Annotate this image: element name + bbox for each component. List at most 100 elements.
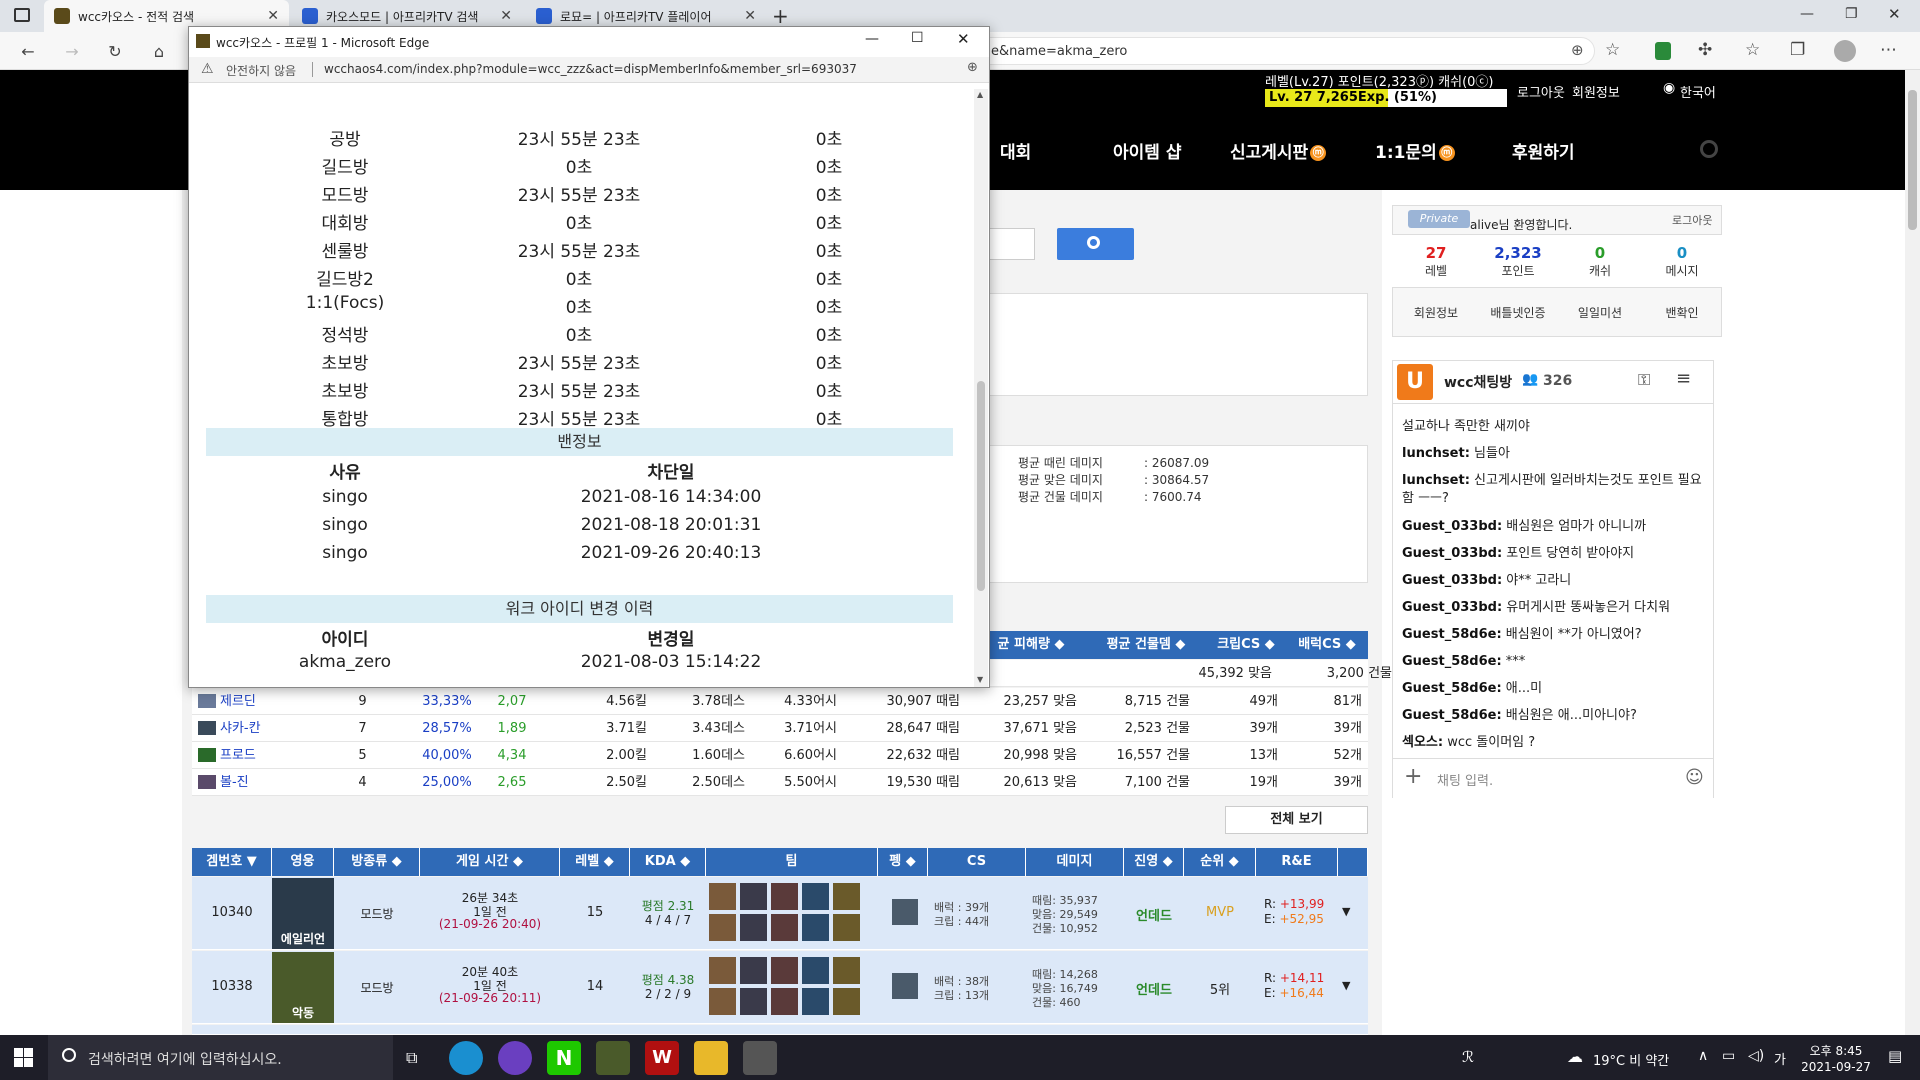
- games-col-header[interactable]: 영웅: [272, 848, 334, 876]
- notification-icon[interactable]: ▤: [1888, 1047, 1902, 1065]
- chat-user[interactable]: Guest_033bd:: [1402, 600, 1502, 615]
- hero-row[interactable]: 제르딘 9 33,33% 2,07 4.56킬 3.78데스 4.33어시 30,907 때림…: [192, 688, 1368, 715]
- expand-icon[interactable]: ▼: [1342, 979, 1350, 992]
- panel-logout[interactable]: 로그아웃: [1672, 212, 1712, 228]
- hero-name[interactable]: 샤카-칸: [220, 715, 261, 742]
- nav-inquiry[interactable]: 1:1문의 ⓜ: [1375, 116, 1455, 190]
- emoji-icon[interactable]: ☺: [1685, 767, 1704, 788]
- games-col-header[interactable]: CS: [928, 848, 1026, 876]
- volume-icon[interactable]: ◁): [1748, 1048, 1764, 1064]
- new-tab-icon[interactable]: +: [772, 4, 789, 28]
- popup-scroll-thumb[interactable]: [977, 381, 985, 591]
- menu-dots-icon[interactable]: ⋯: [1880, 40, 1897, 60]
- col-creep[interactable]: 크립CS ◆: [1207, 631, 1285, 659]
- games-col-header[interactable]: KDA ◆: [630, 848, 706, 876]
- taskbar-search[interactable]: 검색하려면 여기에 입력하십시오.: [48, 1035, 393, 1080]
- nav-item-shop[interactable]: 아이템 샵: [1113, 116, 1181, 190]
- hero-row[interactable]: 볼-진 4 25,00% 2,65 2.50킬 2.50데스 5.50어시 19,530 때림…: [192, 769, 1368, 796]
- zoom-icon[interactable]: ⊕: [1571, 41, 1584, 59]
- chat-user[interactable]: lunchset:: [1402, 446, 1470, 461]
- games-col-header[interactable]: 겜번호 ▼: [192, 848, 272, 876]
- home-icon[interactable]: ⌂: [147, 40, 171, 64]
- file-explorer-icon[interactable]: [694, 1041, 728, 1075]
- close-icon[interactable]: ✕: [267, 8, 279, 24]
- close-window-icon[interactable]: ✕: [1888, 5, 1901, 23]
- people-icon[interactable]: ℛ: [1462, 1048, 1474, 1066]
- hero-name[interactable]: 볼-진: [220, 769, 249, 796]
- nav-donate[interactable]: 후원하기: [1512, 116, 1575, 190]
- clock-time[interactable]: 오후 8:45: [1800, 1042, 1872, 1059]
- hamburger-menu-icon[interactable]: ≡: [1676, 368, 1691, 389]
- search-icon[interactable]: [1700, 140, 1718, 158]
- windows-start-icon[interactable]: [14, 1048, 33, 1067]
- col-barrack[interactable]: 배럭CS ◆: [1287, 631, 1367, 659]
- profile-menu-item[interactable]: 밴확인: [1639, 304, 1725, 321]
- collections-icon[interactable]: ❐: [1790, 40, 1805, 60]
- ime-icon[interactable]: 가: [1774, 1049, 1786, 1068]
- profile-menu-item[interactable]: 회원정보: [1393, 304, 1479, 321]
- logout-link[interactable]: 로그아웃: [1517, 82, 1565, 101]
- popup-scrollbar[interactable]: ▲ ▼: [974, 89, 988, 687]
- maximize-icon[interactable]: ☐: [911, 30, 924, 46]
- tab-actions-icon[interactable]: [14, 8, 30, 22]
- wc3-app-icon[interactable]: [743, 1041, 777, 1075]
- minimize-icon[interactable]: —: [1800, 6, 1814, 22]
- page-scroll-thumb[interactable]: [1908, 90, 1917, 230]
- warcraft-icon[interactable]: [596, 1041, 630, 1075]
- naver-icon[interactable]: N: [547, 1041, 581, 1075]
- task-view-icon[interactable]: ⧉: [406, 1048, 417, 1068]
- edge-icon[interactable]: [449, 1041, 483, 1075]
- chat-user[interactable]: Guest_58d6e:: [1402, 681, 1502, 696]
- games-col-header[interactable]: 게임 시간 ◆: [420, 848, 560, 876]
- games-col-header[interactable]: 팀: [706, 848, 878, 876]
- close-icon[interactable]: ✕: [957, 30, 970, 48]
- games-col-header[interactable]: 펭 ◆: [878, 848, 928, 876]
- popup-scroll-up-icon[interactable]: ▲: [977, 90, 983, 99]
- language-link[interactable]: 한국어: [1680, 82, 1716, 101]
- hero-row[interactable]: 프로드 5 40,00% 4,34 2.00킬 1.60데스 6.60어시 22,632 때림…: [192, 742, 1368, 769]
- view-all-button[interactable]: 전체 보기: [1225, 806, 1368, 834]
- games-col-header[interactable]: R&E: [1256, 848, 1338, 876]
- chat-user[interactable]: Guest_033bd:: [1402, 573, 1502, 588]
- hero-row[interactable]: 샤카-칸 7 28,57% 1,89 3.71킬 3.43데스 3.71어시 28,647 때…: [192, 715, 1368, 742]
- restore-icon[interactable]: ❐: [1845, 6, 1858, 22]
- tray-chevron-icon[interactable]: ∧: [1698, 1048, 1708, 1064]
- hero-name[interactable]: 프로드: [220, 742, 256, 769]
- chat-user[interactable]: Guest_58d6e:: [1402, 708, 1502, 723]
- member-info-link[interactable]: 회원정보: [1572, 82, 1620, 101]
- chat-input[interactable]: 채팅 입력.: [1437, 770, 1493, 789]
- nav-contest[interactable]: 대회: [1000, 116, 1031, 190]
- refresh-icon[interactable]: ↻: [103, 40, 127, 64]
- col-building[interactable]: 평균 건물뎀 ◆: [1087, 631, 1205, 659]
- extension-shield-icon[interactable]: [1655, 42, 1671, 60]
- forward-icon[interactable]: →: [60, 40, 84, 64]
- hero-name[interactable]: 제르딘: [220, 688, 256, 715]
- nav-report-board[interactable]: 신고게시판 ⓜ: [1230, 116, 1327, 190]
- profile-avatar[interactable]: [1834, 40, 1856, 62]
- clock-date[interactable]: 2021-09-27: [1796, 1060, 1876, 1074]
- minimize-icon[interactable]: —: [865, 31, 879, 47]
- col-dmg[interactable]: 균 피해량 ◆: [977, 631, 1085, 659]
- weather-text[interactable]: 19°C 비 약간: [1593, 1050, 1669, 1069]
- chat-user[interactable]: 섹오스:: [1402, 735, 1443, 750]
- games-col-header[interactable]: 순위 ◆: [1184, 848, 1256, 876]
- plus-icon[interactable]: +: [1404, 764, 1422, 789]
- network-icon[interactable]: ▭: [1722, 1048, 1735, 1064]
- zoom-icon[interactable]: ⊕: [967, 60, 978, 75]
- close-icon[interactable]: ✕: [500, 8, 512, 24]
- w-app-icon[interactable]: W: [645, 1041, 679, 1075]
- close-icon[interactable]: ✕: [744, 8, 756, 24]
- games-col-header[interactable]: 레벨 ◆: [560, 848, 630, 876]
- chat-user[interactable]: lunchset:: [1402, 473, 1470, 488]
- expand-icon[interactable]: ▼: [1342, 905, 1350, 918]
- extensions-icon[interactable]: ✣: [1698, 40, 1712, 60]
- profile-menu-item[interactable]: 배틀넷인증: [1475, 304, 1561, 321]
- search-button[interactable]: [1057, 228, 1134, 260]
- game-row[interactable]: 10338 악동 모드방 20분 40초 1일 전 (21-09-26 20:11) 14 평…: [192, 951, 1368, 1024]
- game-row[interactable]: 10340 에일리언 모드방 26분 34초 1일 전 (21-09-26 20:40) 1…: [192, 877, 1368, 950]
- favorites-icon[interactable]: ☆: [1745, 40, 1760, 60]
- back-icon[interactable]: ←: [16, 40, 40, 64]
- chat-user[interactable]: Guest_58d6e:: [1402, 654, 1502, 669]
- key-icon[interactable]: ⚿: [1638, 370, 1650, 390]
- games-col-header[interactable]: 방종류 ◆: [334, 848, 420, 876]
